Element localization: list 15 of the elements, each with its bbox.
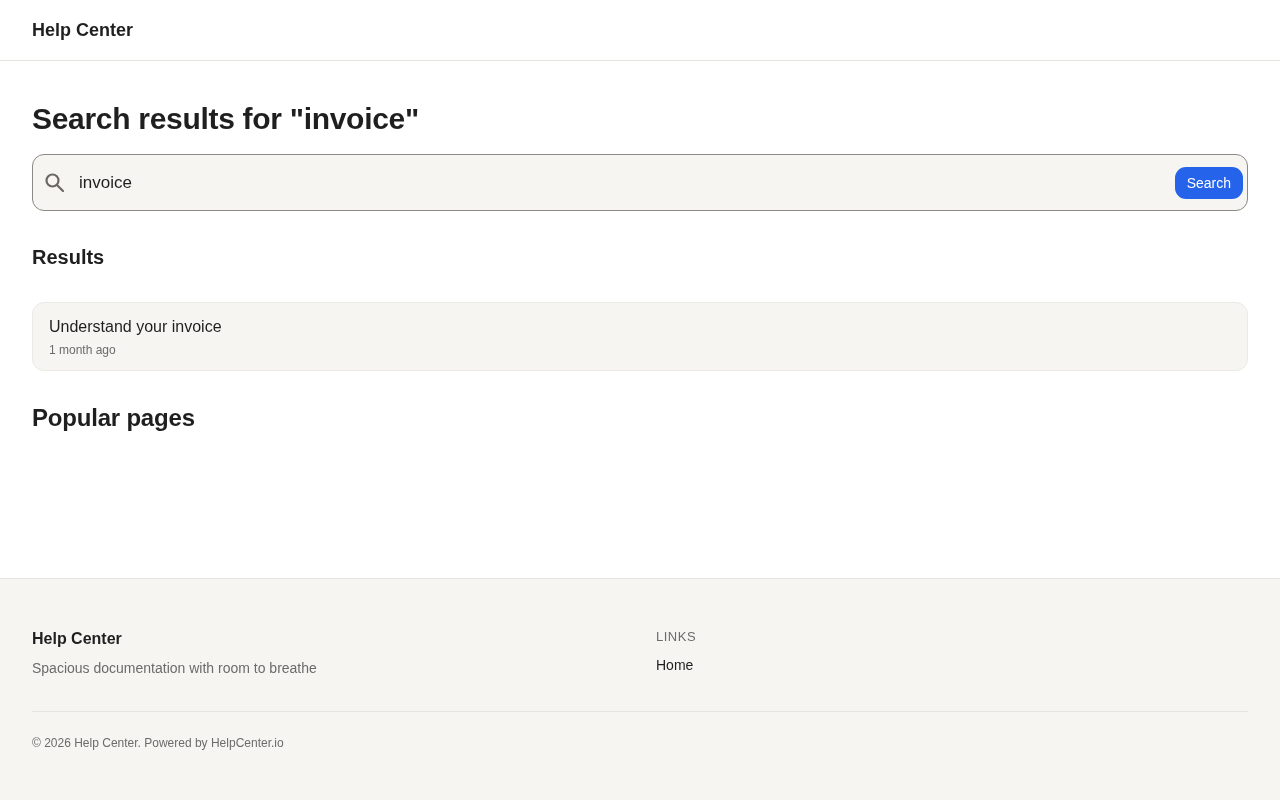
result-time: 1 month ago xyxy=(49,342,116,358)
search-field[interactable]: invoice Search xyxy=(32,154,1248,211)
links-heading: LINKS xyxy=(656,628,698,646)
footer-title: Help Center xyxy=(32,629,123,649)
footer-link[interactable]: Home xyxy=(656,655,694,675)
section-heading: Results xyxy=(32,245,106,270)
section-heading: Popular pages xyxy=(32,403,196,433)
search-icon xyxy=(45,173,64,192)
copyright-text: © 2026 Help Center. Powered by HelpCenter.io xyxy=(32,735,285,751)
page-title: Search results for "invoice" xyxy=(32,101,420,137)
site-title[interactable]: Help Center xyxy=(32,16,134,44)
search-button[interactable]: Search xyxy=(1174,166,1243,199)
footer-tagline: Spacious documentation with room to breathe xyxy=(32,659,318,678)
result-card[interactable]: Understand your invoice 1 month ago xyxy=(32,302,1248,371)
result-title: Understand your invoice xyxy=(49,317,222,337)
